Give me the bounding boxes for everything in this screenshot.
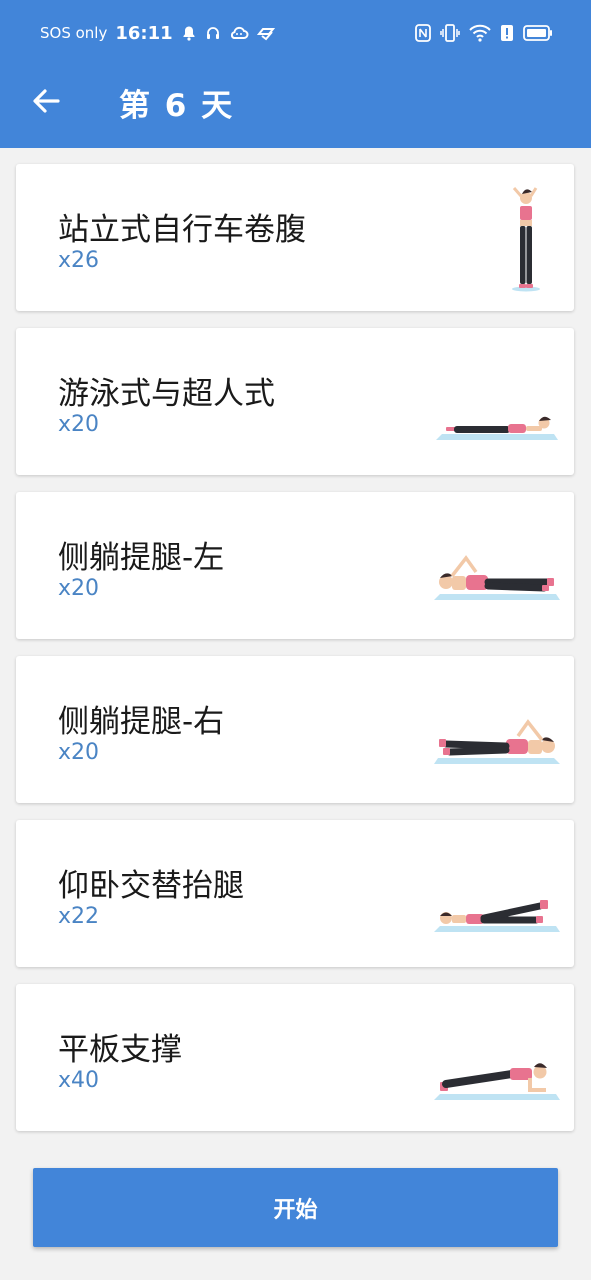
headset-icon — [205, 25, 221, 41]
exercise-card[interactable]: 站立式自行车卷腹 x26 — [16, 164, 574, 311]
vibrate-icon — [440, 24, 460, 42]
cloud-icon — [229, 25, 249, 41]
swimmer-superman-illustration — [436, 416, 558, 440]
exercise-reps: x40 — [58, 1068, 100, 1093]
clock-time: 16:11 — [115, 22, 173, 44]
app-bar: SOS only 16:11 第 6 天 — [0, 0, 591, 148]
back-button[interactable] — [30, 85, 62, 117]
exercise-reps: x20 — [58, 412, 100, 437]
start-button[interactable]: 开始 — [33, 1168, 558, 1247]
exercise-reps: x22 — [58, 904, 100, 929]
supine-alternating-leg-raise-illustration — [434, 900, 560, 932]
exercise-name: 平板支撑 — [58, 1032, 182, 1068]
alert-icon — [500, 24, 514, 42]
side-lying-leg-lift-right-illustration — [434, 719, 560, 764]
exercise-reps: x20 — [58, 576, 100, 601]
standing-bicycle-crunch-illustration — [512, 187, 540, 292]
page-title: 第 6 天 — [119, 88, 235, 124]
exercise-reps: x20 — [58, 740, 100, 765]
exercise-name: 游泳式与超人式 — [58, 376, 275, 412]
nfc-icon — [415, 24, 431, 42]
carrier-text: SOS only — [40, 24, 108, 42]
exercise-list: 站立式自行车卷腹 x26 游泳式与超人式 x20 侧躺提腿-左 x20 侧躺提腿… — [16, 164, 574, 1148]
exercise-name: 站立式自行车卷腹 — [58, 212, 306, 248]
status-bar: SOS only 16:11 — [0, 18, 591, 48]
app-icon — [256, 25, 275, 41]
exercise-card[interactable]: 游泳式与超人式 x20 — [16, 328, 574, 475]
wifi-icon — [469, 24, 491, 42]
bell-icon — [181, 25, 197, 41]
exercise-card[interactable]: 仰卧交替抬腿 x22 — [16, 820, 574, 967]
battery-icon — [523, 24, 553, 42]
exercise-reps: x26 — [58, 248, 100, 273]
exercise-card[interactable]: 侧躺提腿-右 x20 — [16, 656, 574, 803]
exercise-card[interactable]: 平板支撑 x40 — [16, 984, 574, 1131]
exercise-card[interactable]: 侧躺提腿-左 x20 — [16, 492, 574, 639]
plank-illustration — [434, 1063, 560, 1100]
exercise-name: 侧躺提腿-右 — [58, 704, 225, 740]
side-lying-leg-lift-left-illustration — [434, 555, 560, 600]
arrow-left-icon — [33, 89, 60, 113]
exercise-name: 仰卧交替抬腿 — [58, 868, 244, 904]
exercise-name: 侧躺提腿-左 — [58, 540, 225, 576]
